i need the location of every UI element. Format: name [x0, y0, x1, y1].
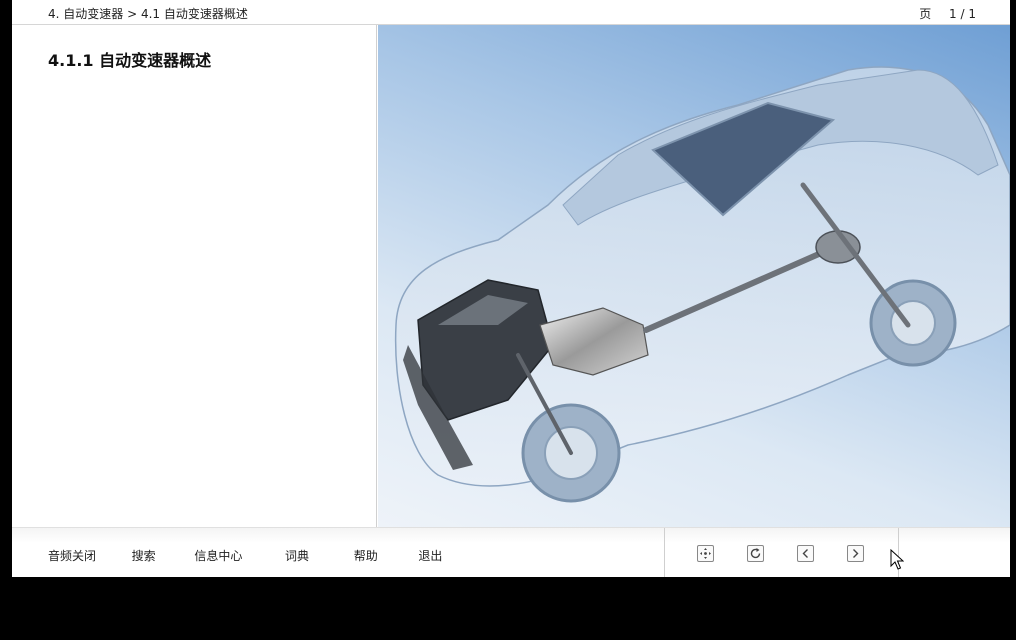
info-center-link[interactable]: 信息中心: [194, 549, 242, 563]
breadcrumb[interactable]: 4. 自动变速器 > 4.1 自动变速器概述: [48, 5, 248, 22]
help-link[interactable]: 帮助: [354, 549, 378, 563]
suv-xray-drawing: [394, 66, 1010, 503]
reload-button[interactable]: [747, 545, 764, 562]
exit-link[interactable]: 退出: [418, 549, 442, 563]
center-view-button[interactable]: [697, 545, 714, 562]
center-view-icon: [700, 548, 711, 559]
footer-menu: 音频关闭 搜索 信息中心 词典 帮助 退出: [48, 547, 442, 564]
search-link[interactable]: 搜索: [132, 549, 156, 563]
audio-off-link[interactable]: 音频关闭: [48, 549, 96, 563]
section-title: 4.1.1 自动变速器概述: [48, 51, 212, 70]
page-indicator: 页 1 / 1: [919, 5, 976, 22]
reload-icon: [750, 548, 761, 559]
mouse-pointer-icon: [890, 549, 904, 570]
bottom-toolbar: 音频关闭 搜索 信息中心 词典 帮助 退出: [12, 527, 1010, 577]
chevron-left-icon: [802, 549, 808, 558]
page-number: 1 / 1: [949, 7, 976, 21]
previous-page-button[interactable]: [797, 545, 814, 562]
vehicle-drivetrain-illustration: [378, 25, 1010, 527]
app-window: 4. 自动变速器 > 4.1 自动变速器概述 页 1 / 1 4.1.1 自动变…: [12, 0, 1010, 577]
page-label: 页: [919, 7, 932, 21]
chevron-right-icon: [853, 549, 859, 558]
top-bar: 4. 自动变速器 > 4.1 自动变速器概述 页 1 / 1: [12, 0, 1010, 25]
next-page-button[interactable]: [847, 545, 864, 562]
text-pane: 4.1.1 自动变速器概述: [12, 25, 377, 527]
dictionary-link[interactable]: 词典: [285, 549, 309, 563]
toolbar-divider: [664, 528, 665, 577]
